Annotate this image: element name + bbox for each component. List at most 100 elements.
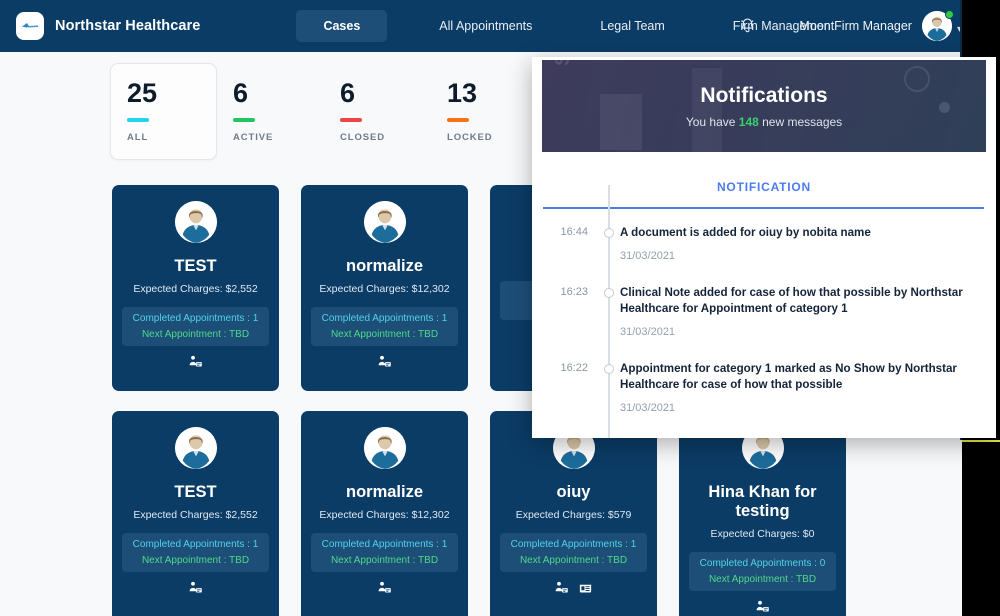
notification-body: Appointment for category 1 marked as No … [620, 361, 982, 414]
notification-text: Clinical Note added for case of how that… [620, 285, 963, 315]
stat-value: 25 [127, 78, 158, 109]
notifications-bell-button[interactable] [730, 12, 765, 40]
case-appointment-badge: Completed Appointments : 1 Next Appointm… [500, 532, 647, 572]
case-appointment-badge: Completed Appointments : 1 Next Appointm… [311, 306, 458, 346]
brand-name: Northstar Healthcare [55, 18, 201, 34]
case-charges: Expected Charges: $579 [515, 508, 632, 521]
case-status-filters: 25 ALL 6 ACTIVE 6 CLOSED 13 LOCKED [110, 63, 538, 160]
avatar[interactable] [921, 10, 954, 41]
case-card[interactable]: oiuy Expected Charges: $579 Completed Ap… [490, 411, 657, 616]
user-name-label: Moon Firm Manager [799, 19, 912, 33]
notification-date: 31/03/2021 [620, 325, 676, 338]
notes-icon[interactable] [578, 580, 593, 595]
completed-appointments: Completed Appointments : 1 [510, 538, 637, 550]
nav-item-cases[interactable]: Cases [296, 10, 388, 42]
top-bar-right: Moon Firm Manager ▾ [730, 0, 962, 52]
next-appointment: Next Appointment : TBD [330, 328, 439, 340]
case-appointment-badge: Completed Appointments : 1 Next Appointm… [122, 532, 269, 572]
stat-accent-bar [127, 118, 149, 122]
logo-glyph-icon [22, 23, 38, 28]
next-appointment: Next Appointment : TBD [519, 554, 628, 566]
brand[interactable]: Northstar Healthcare [16, 12, 200, 40]
case-appointment-badge: Completed Appointments : 1 Next Appointm… [122, 306, 269, 346]
stat-accent-bar [233, 118, 255, 122]
hero-decoration [904, 66, 930, 92]
case-charges: Expected Charges: $2,552 [133, 282, 258, 295]
notification-body: A document is added for oiuy by nobita n… [620, 225, 982, 262]
notification-date: 31/03/2021 [620, 401, 676, 414]
case-card[interactable]: normalize Expected Charges: $12,302 Comp… [301, 185, 468, 391]
timeline-rail [598, 320, 620, 438]
appointments-icon[interactable] [377, 354, 392, 369]
next-appointment: Next Appointment : TBD [141, 328, 250, 340]
case-name: TEST [174, 257, 217, 275]
stat-value: 6 [233, 78, 249, 109]
stat-label: ACTIVE [233, 131, 274, 143]
notification-text: Appointment for category 1 marked as No … [620, 361, 957, 391]
notifications-panel: STREET EAST Notifications You have 148 n… [532, 57, 996, 438]
case-name: normalize [345, 257, 424, 275]
stat-value: 13 [447, 78, 478, 109]
stat-label: ALL [127, 131, 149, 143]
completed-appointments: Completed Appointments : 1 [132, 538, 259, 550]
case-card-actions [500, 580, 647, 595]
case-name: oiuy [556, 483, 591, 501]
case-avatar [174, 201, 217, 243]
completed-appointments: Completed Appointments : 1 [321, 538, 448, 550]
timeline-line [608, 320, 610, 438]
case-name: Hina Khan for testing [708, 483, 817, 520]
hero-decoration [939, 102, 950, 113]
tab-notification[interactable]: NOTIFICATION [717, 180, 811, 194]
notification-time: 16:44 [560, 226, 588, 238]
case-appointment-badge: Completed Appointments : 0 Next Appointm… [689, 551, 836, 591]
next-appointment: Next Appointment : TBD [330, 554, 439, 566]
stat-label: CLOSED [340, 131, 385, 143]
stat-value: 6 [340, 78, 356, 109]
notification-item[interactable]: 16:22 Appointment for category 1 marked … [546, 320, 982, 438]
hero-decoration [600, 94, 642, 150]
case-charges: Expected Charges: $0 [710, 527, 815, 540]
nav-item-legal-team[interactable]: Legal Team [584, 10, 680, 42]
notification-text: A document is added for oiuy by nobita n… [620, 226, 871, 239]
timeline-dot-icon [603, 287, 614, 298]
stat-accent-bar [447, 118, 469, 122]
notification-time: 16:22 [560, 361, 588, 374]
appointments-icon[interactable] [188, 580, 203, 595]
stat-label: LOCKED [447, 131, 493, 143]
hero-decoration [692, 68, 722, 152]
case-charges: Expected Charges: $12,302 [319, 282, 450, 295]
appointments-icon[interactable] [554, 580, 569, 595]
notification-item[interactable]: 16:44 A document is added for oiuy by no… [546, 185, 982, 302]
case-card[interactable]: TEST Expected Charges: $2,552 Completed … [112, 185, 279, 391]
stat-card-active[interactable]: 6 ACTIVE [217, 63, 324, 160]
notifications-title: Notifications [700, 83, 828, 107]
appointments-icon[interactable] [755, 599, 770, 614]
case-card-actions [122, 580, 269, 595]
case-avatar [174, 427, 217, 469]
case-avatar [363, 201, 406, 243]
case-charges: Expected Charges: $2,552 [133, 508, 258, 521]
case-avatar [363, 427, 406, 469]
completed-appointments: Completed Appointments : 1 [132, 312, 259, 324]
new-messages-count: 148 [738, 114, 759, 129]
appointments-icon[interactable] [188, 354, 203, 369]
online-status-dot [944, 10, 954, 19]
case-card[interactable]: TEST Expected Charges: $2,552 Completed … [112, 411, 279, 616]
case-card-actions [122, 354, 269, 369]
case-charges: Expected Charges: $12,302 [319, 508, 450, 521]
patient-avatar-icon [363, 201, 406, 243]
top-navigation-bar: Northstar Healthcare Cases All Appointme… [0, 0, 962, 52]
notification-item[interactable]: 16:23 Clinical Note added for case of ho… [546, 244, 982, 378]
stat-card-all[interactable]: 25 ALL [110, 63, 217, 160]
stat-card-locked[interactable]: 13 LOCKED [431, 63, 538, 160]
window-accent-line [962, 440, 1000, 442]
subtitle-suffix: new messages [758, 114, 843, 129]
case-card[interactable]: normalize Expected Charges: $12,302 Comp… [301, 411, 468, 616]
case-card[interactable]: Hina Khan for testing Expected Charges: … [679, 411, 846, 616]
subtitle-prefix: You have [685, 114, 739, 129]
case-name: normalize [345, 483, 424, 501]
appointments-icon[interactable] [377, 580, 392, 595]
nav-item-all-appointments[interactable]: All Appointments [423, 10, 548, 42]
bell-icon [741, 18, 754, 33]
stat-card-closed[interactable]: 6 CLOSED [324, 63, 431, 160]
